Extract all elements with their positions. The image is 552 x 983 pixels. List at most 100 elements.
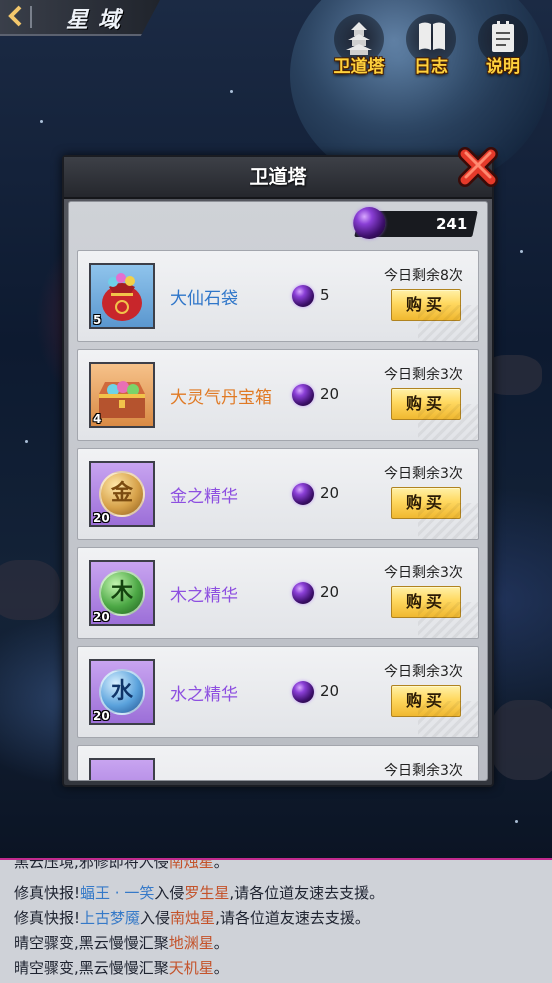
item-count: 20 <box>93 511 110 525</box>
item-price: 20 <box>292 482 339 505</box>
purple-orb-icon <box>292 581 314 604</box>
item-price-value: 20 <box>320 583 340 601</box>
modal-title: 卫道塔 <box>64 157 492 199</box>
asteroid <box>0 560 60 620</box>
top-header: 星域 <box>0 0 160 36</box>
item-thumbnail: 木 20 <box>89 560 155 626</box>
item-remaining: 今日剩余3次 <box>384 565 463 581</box>
menu-help-button[interactable]: 说明 <box>470 14 536 84</box>
log-text: 修真快报! <box>14 884 81 902</box>
log-highlight: 蝠王 · 一笑 <box>80 884 155 902</box>
page-title: 星域 <box>66 8 131 33</box>
log-highlight: 罗生星 <box>184 884 230 902</box>
book-icon <box>419 22 445 50</box>
purple-orb-icon <box>292 284 314 307</box>
log-text: 。 <box>213 959 229 977</box>
asteroid <box>490 700 552 780</box>
item-name: 木之精华 <box>170 586 238 606</box>
log-highlight: 上古梦魇 <box>80 909 141 927</box>
shop-modal: 卫道塔 241 5 大仙石袋 5 今日剩余8次 购买 4 大灵气丹宝箱 20 今… <box>62 155 494 787</box>
star <box>230 90 233 93</box>
buy-button[interactable]: 购买 <box>391 487 461 519</box>
log-line: 晴空骤变,黑云慢慢汇聚地渊星。 <box>14 932 229 953</box>
star <box>520 250 523 253</box>
item-count: 4 <box>93 412 102 426</box>
log-text: 黑云压境,邪修即将入侵 <box>14 858 169 871</box>
menu-help-label: 说明 <box>486 57 520 77</box>
close-icon <box>458 147 498 187</box>
log-text: ,请各位道友速去支援。 <box>229 884 385 902</box>
news-log[interactable]: 黑云压境,邪修即将入侵南烛星。 修真快报!蝠王 · 一笑入侵罗生星,请各位道友速… <box>0 858 552 983</box>
star <box>40 120 43 123</box>
log-highlight: 天机星 <box>168 959 214 977</box>
item-thumbnail: 水 20 <box>89 659 155 725</box>
purple-orb-icon <box>292 383 314 406</box>
item-remaining: 今日剩余3次 <box>384 664 463 680</box>
item-price-value: 5 <box>320 286 330 304</box>
log-highlight: 南烛星 <box>168 858 214 871</box>
currency-value: 241 <box>435 215 467 233</box>
purple-orb-icon <box>353 207 386 239</box>
item-count: 20 <box>93 610 110 624</box>
modal-content[interactable]: 241 5 大仙石袋 5 今日剩余8次 购买 4 大灵气丹宝箱 20 今日剩余3… <box>68 201 488 781</box>
item-price-value: 20 <box>320 385 340 403</box>
item-price-value: 20 <box>320 484 340 502</box>
star <box>515 820 518 823</box>
chevron-left-icon <box>8 5 22 27</box>
item-count: 20 <box>93 709 110 723</box>
back-button[interactable] <box>6 3 28 29</box>
item-price: 20 <box>292 581 339 604</box>
item-name: 金之精华 <box>170 487 238 507</box>
notepad-icon <box>492 21 514 52</box>
shop-item: 今日剩余3次 <box>77 745 479 780</box>
log-line: 修真快报!蝠王 · 一笑入侵罗生星,请各位道友速去支援。 <box>14 882 384 903</box>
menu-log-button[interactable]: 日志 <box>398 14 464 84</box>
menu-pagoda-button[interactable]: 卫道塔 <box>326 14 392 84</box>
shop-item: 5 大仙石袋 5 今日剩余8次 购买 <box>77 250 479 342</box>
item-thumbnail: 4 <box>89 362 155 428</box>
log-highlight: 南烛星 <box>170 909 216 927</box>
shop-item: 4 大灵气丹宝箱 20 今日剩余3次 购买 <box>77 349 479 441</box>
log-text: ,请各位道友速去支援。 <box>215 909 370 927</box>
purple-orb-icon <box>292 482 314 505</box>
item-thumbnail: 5 <box>89 263 155 329</box>
log-line: 黑云压境,邪修即将入侵南烛星。 <box>14 858 229 872</box>
item-remaining: 今日剩余3次 <box>384 367 463 383</box>
log-text: 入侵 <box>154 884 185 902</box>
log-text: 入侵 <box>140 909 171 927</box>
item-price-value: 20 <box>320 682 340 700</box>
currency-display: 241 <box>353 207 478 239</box>
buy-button[interactable]: 购买 <box>391 388 461 420</box>
log-text: 晴空骤变,黑云慢慢汇聚 <box>14 934 169 952</box>
shop-item: 木 20 木之精华 20 今日剩余3次 购买 <box>77 547 479 639</box>
log-text: 修真快报! <box>14 909 81 927</box>
item-name: 水之精华 <box>170 685 238 705</box>
item-name: 大仙石袋 <box>170 289 238 309</box>
buy-button[interactable]: 购买 <box>391 586 461 618</box>
shop-item: 金 20 金之精华 20 今日剩余3次 购买 <box>77 448 479 540</box>
menu-log-label: 日志 <box>414 57 448 77</box>
log-line: 晴空骤变,黑云慢慢汇聚天机星。 <box>14 957 229 978</box>
log-text: 晴空骤变,黑云慢慢汇聚 <box>14 959 169 977</box>
item-name: 大灵气丹宝箱 <box>170 388 272 408</box>
pagoda-icon <box>346 22 372 55</box>
item-remaining: 今日剩余3次 <box>384 466 463 482</box>
item-remaining: 今日剩余8次 <box>384 268 463 284</box>
log-line: 修真快报!上古梦魇入侵南烛星,请各位道友速去支援。 <box>14 907 370 928</box>
purple-orb-icon <box>292 680 314 703</box>
buy-button[interactable]: 购买 <box>391 685 461 717</box>
log-text: 。 <box>213 858 229 871</box>
close-button[interactable] <box>455 144 501 190</box>
item-price: 20 <box>292 383 339 406</box>
star <box>25 440 28 443</box>
shop-item: 水 20 水之精华 20 今日剩余3次 购买 <box>77 646 479 738</box>
item-price: 20 <box>292 680 339 703</box>
item-remaining: 今日剩余3次 <box>384 763 463 779</box>
log-highlight: 地渊星 <box>168 934 214 952</box>
menu-pagoda-label: 卫道塔 <box>333 57 385 77</box>
item-thumbnail <box>89 758 155 780</box>
log-text: 。 <box>213 934 229 952</box>
buy-button[interactable]: 购买 <box>391 289 461 321</box>
item-price: 5 <box>292 284 330 307</box>
item-count: 5 <box>93 313 102 327</box>
